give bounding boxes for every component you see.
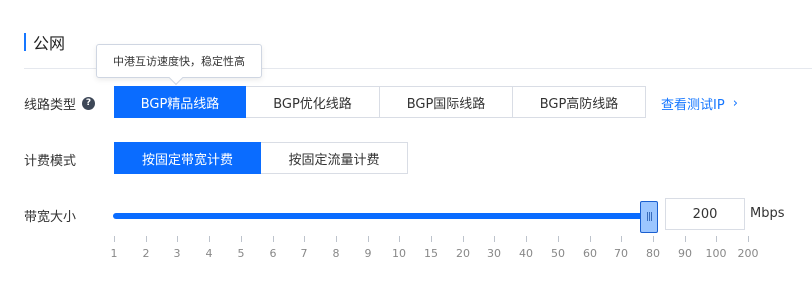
slider-tick xyxy=(304,236,305,242)
slider-tick xyxy=(748,236,749,242)
slider-tick xyxy=(146,236,147,242)
slider-tick xyxy=(494,236,495,242)
bandwidth-value-input[interactable] xyxy=(665,198,745,230)
page-root: 公网 中港互访速度快，稳定性高 线路类型 ? BGP精品线路 BGP优化线路 B… xyxy=(0,0,812,286)
bandwidth-label: 带宽大小 xyxy=(24,210,77,225)
section-heading: 公网 xyxy=(24,32,66,53)
line-option-bgp-ddos[interactable]: BGP高防线路 xyxy=(512,86,646,118)
slider-tick xyxy=(273,236,274,242)
bandwidth-slider-handle[interactable]: ||| xyxy=(640,201,658,233)
billing-label: 计费模式 xyxy=(24,154,77,169)
line-type-label: 线路类型 xyxy=(24,98,77,113)
billing-label-group: 计费模式 xyxy=(24,150,76,169)
billing-option-fixed-bandwidth[interactable]: 按固定带宽计费 xyxy=(114,142,261,174)
section-title-text: 公网 xyxy=(33,34,66,53)
slider-tick-label: 30 xyxy=(487,247,501,260)
slider-tick-label: 2 xyxy=(142,247,150,260)
view-test-ip-label: 查看测试IP xyxy=(661,98,725,113)
slider-tick-label: 60 xyxy=(583,247,597,260)
slider-tick xyxy=(114,236,115,242)
slider-tick xyxy=(716,236,717,242)
chevron-right-icon: › xyxy=(732,96,738,111)
slider-tick-label: 1 xyxy=(110,247,118,260)
slider-tick xyxy=(463,236,464,242)
slider-tick-label: 7 xyxy=(300,247,308,260)
slider-tick-label: 10 xyxy=(392,247,406,260)
slider-tick-label: 100 xyxy=(705,247,727,260)
slider-tick xyxy=(431,236,432,242)
line-option-bgp-international[interactable]: BGP国际线路 xyxy=(379,86,513,118)
slider-scale: 1 2 3 4 5 6 7 8 9 10 15 20 30 40 50 60 70 80 90 100 200 xyxy=(0,236,812,266)
slider-tick xyxy=(526,236,527,242)
line-option-bgp-premium[interactable]: BGP精品线路 xyxy=(114,86,246,118)
slider-tick-label: 3 xyxy=(173,247,181,260)
bandwidth-slider-track[interactable] xyxy=(113,213,649,219)
line-type-label-group: 线路类型 ? xyxy=(24,94,96,113)
slider-tick xyxy=(368,236,369,242)
slider-tick-label: 50 xyxy=(551,247,565,260)
tooltip: 中港互访速度快，稳定性高 xyxy=(96,44,262,78)
slider-tick-label: 80 xyxy=(646,247,660,260)
view-test-ip-link[interactable]: 查看测试IP › xyxy=(661,94,738,113)
slider-tick-label: 200 xyxy=(737,247,759,260)
slider-tick xyxy=(653,236,654,242)
slider-tick xyxy=(209,236,210,242)
slider-tick xyxy=(685,236,686,242)
slider-tick-label: 4 xyxy=(205,247,213,260)
line-type-button-group: BGP精品线路 BGP优化线路 BGP国际线路 BGP高防线路 xyxy=(114,86,646,118)
slider-tick-label: 9 xyxy=(364,247,372,260)
slider-tick-label: 15 xyxy=(424,247,438,260)
billing-option-fixed-traffic[interactable]: 按固定流量计费 xyxy=(260,142,408,174)
slider-tick-label: 90 xyxy=(678,247,692,260)
slider-tick-label: 70 xyxy=(614,247,628,260)
heading-accent-bar xyxy=(24,33,26,51)
bandwidth-unit: Mbps xyxy=(750,206,785,221)
slider-tick xyxy=(241,236,242,242)
line-option-bgp-optimized[interactable]: BGP优化线路 xyxy=(245,86,380,118)
help-icon[interactable]: ? xyxy=(82,97,96,110)
slider-tick xyxy=(177,236,178,242)
slider-tick xyxy=(558,236,559,242)
bandwidth-label-group: 带宽大小 xyxy=(24,206,76,225)
slider-tick xyxy=(621,236,622,242)
slider-tick-label: 20 xyxy=(456,247,470,260)
slider-tick-label: 40 xyxy=(519,247,533,260)
slider-tick-label: 5 xyxy=(237,247,245,260)
slider-tick-label: 6 xyxy=(269,247,277,260)
slider-tick xyxy=(336,236,337,242)
slider-tick-label: 8 xyxy=(332,247,340,260)
slider-tick xyxy=(399,236,400,242)
slider-tick xyxy=(590,236,591,242)
billing-button-group: 按固定带宽计费 按固定流量计费 xyxy=(114,142,408,174)
